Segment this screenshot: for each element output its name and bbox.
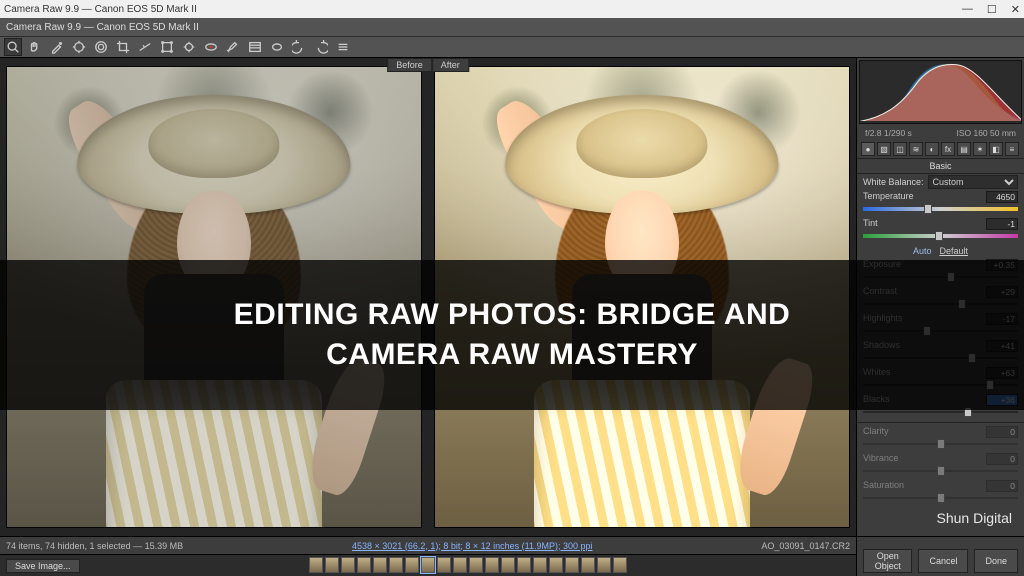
- done-button[interactable]: Done: [974, 549, 1018, 573]
- spot-removal-icon[interactable]: [180, 38, 198, 56]
- hand-tool-icon[interactable]: [26, 38, 44, 56]
- tab-hsl[interactable]: ≋: [909, 142, 923, 156]
- aperture-shutter: f/2.8 1/290 s: [865, 128, 912, 138]
- slider-vibrance[interactable]: Vibrance0: [857, 452, 1024, 479]
- window-title: Camera Raw 9.9 — Canon EOS 5D Mark II: [4, 4, 197, 15]
- tab-snapshots[interactable]: ≡: [1005, 142, 1019, 156]
- info-bar: 74 items, 74 hidden, 1 selected — 15.39 …: [0, 536, 856, 554]
- adjustment-brush-icon[interactable]: [224, 38, 242, 56]
- before-label: Before: [387, 58, 432, 72]
- rotate-ccw-icon[interactable]: [290, 38, 308, 56]
- maximize-button[interactable]: ☐: [987, 3, 997, 16]
- filmstrip: Save Image...: [0, 554, 856, 576]
- slider-saturation[interactable]: Saturation0: [857, 479, 1024, 506]
- target-adjust-icon[interactable]: [92, 38, 110, 56]
- tab-split[interactable]: ◐: [925, 142, 939, 156]
- open-object-button[interactable]: Open Object: [863, 549, 912, 573]
- after-label: After: [432, 58, 469, 72]
- os-titlebar: Camera Raw 9.9 — Canon EOS 5D Mark II — …: [0, 0, 1024, 18]
- slider-tint[interactable]: Tint-1: [857, 217, 1024, 244]
- white-balance-tool-icon[interactable]: [48, 38, 66, 56]
- crop-tool-icon[interactable]: [114, 38, 132, 56]
- tab-lens[interactable]: ▤: [957, 142, 971, 156]
- tab-cal[interactable]: ✶: [973, 142, 987, 156]
- title-overlay: EDITING RAW PHOTOS: BRIDGE ANDCAMERA RAW…: [0, 260, 1024, 410]
- shot-meta: f/2.8 1/290 s ISO 160 50 mm: [857, 126, 1024, 140]
- section-title: Basic: [857, 159, 1024, 174]
- transform-tool-icon[interactable]: [158, 38, 176, 56]
- cancel-button[interactable]: Cancel: [918, 549, 968, 573]
- file-count: 74 items, 74 hidden, 1 selected — 15.39 …: [6, 541, 183, 551]
- window-controls: — ☐ ✕: [962, 3, 1020, 16]
- iso-focal: ISO 160 50 mm: [956, 128, 1016, 138]
- radial-filter-icon[interactable]: [268, 38, 286, 56]
- file-details-link[interactable]: 4538 × 3021 (66.2, 1); 8 bit; 8 × 12 inc…: [352, 541, 593, 551]
- tab-basic[interactable]: ●: [861, 142, 875, 156]
- overlay-heading: EDITING RAW PHOTOS: BRIDGE ANDCAMERA RAW…: [234, 295, 791, 376]
- zoom-tool-icon[interactable]: [4, 38, 22, 56]
- tab-fx[interactable]: fx: [941, 142, 955, 156]
- save-image-button[interactable]: Save Image...: [6, 559, 80, 573]
- panel-footer: Open Object Cancel Done: [856, 536, 1024, 576]
- app-title: Camera Raw 9.9 — Canon EOS 5D Mark II: [6, 22, 199, 33]
- preferences-icon[interactable]: [334, 38, 352, 56]
- panel-tabs: ● ▧ ◫ ≋ ◐ fx ▤ ✶ ◧ ≡: [857, 140, 1024, 159]
- graduated-filter-icon[interactable]: [246, 38, 264, 56]
- tab-detail[interactable]: ◫: [893, 142, 907, 156]
- close-button[interactable]: ✕: [1011, 3, 1020, 16]
- auto-link[interactable]: Auto: [913, 246, 932, 256]
- current-filename: AO_03091_0147.CR2: [761, 541, 850, 551]
- slider-clarity[interactable]: Clarity0: [857, 425, 1024, 452]
- auto-default-row: Auto Default: [857, 244, 1024, 258]
- before-after-toggle[interactable]: Before After: [387, 58, 469, 72]
- wb-select[interactable]: Custom: [928, 175, 1018, 189]
- white-balance-row: White Balance: Custom: [857, 174, 1024, 190]
- minimize-button[interactable]: —: [962, 3, 973, 16]
- toolbar: [0, 36, 1024, 58]
- app-menubar: Camera Raw 9.9 — Canon EOS 5D Mark II: [0, 18, 1024, 36]
- redeye-tool-icon[interactable]: [202, 38, 220, 56]
- default-link[interactable]: Default: [939, 246, 968, 256]
- rotate-cw-icon[interactable]: [312, 38, 330, 56]
- watermark: Shun Digital: [937, 510, 1013, 526]
- color-sampler-icon[interactable]: [70, 38, 88, 56]
- histogram[interactable]: [859, 60, 1022, 124]
- straighten-tool-icon[interactable]: [136, 38, 154, 56]
- thumbnail-strip[interactable]: [86, 557, 850, 575]
- tab-curve[interactable]: ▧: [877, 142, 891, 156]
- tab-presets[interactable]: ◧: [989, 142, 1003, 156]
- wb-label: White Balance:: [863, 177, 924, 187]
- slider-temperature[interactable]: Temperature4650: [857, 190, 1024, 217]
